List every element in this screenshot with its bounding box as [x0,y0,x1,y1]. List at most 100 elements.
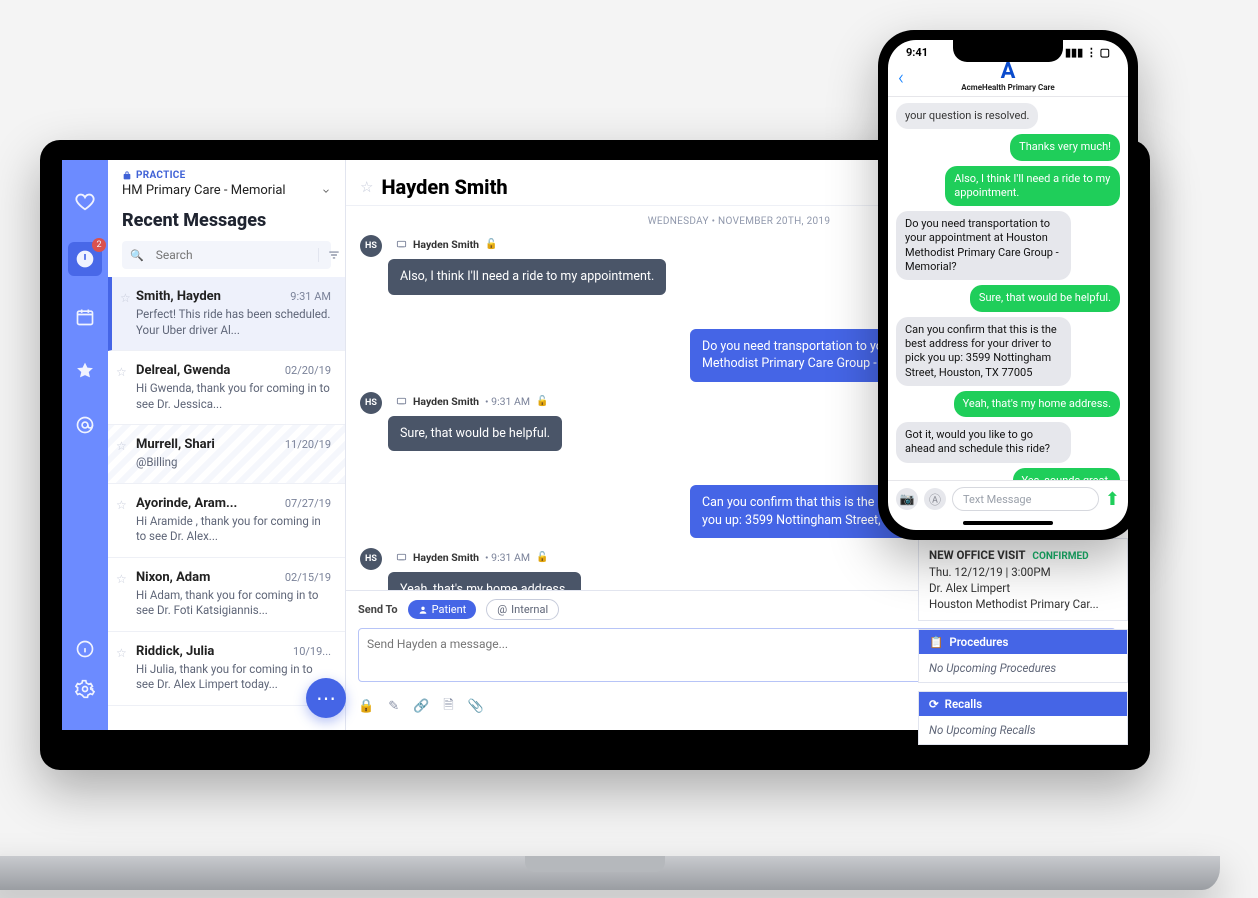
pill-internal[interactable]: @Internal [486,599,559,620]
phone-bubble: Sure, that would be helpful. [970,285,1120,311]
msg-preview: Hi Adam, thank you for coming in to see … [136,588,331,619]
message-list-item[interactable]: ☆ Murrell, Shari 11/20/19 @Billing [108,425,345,484]
pencil-icon[interactable]: ✎ [388,699,399,714]
practice-label: PRACTICE [122,170,331,181]
recalls-header: Recalls [945,697,983,711]
appstore-icon[interactable]: Ⓐ [924,488,946,510]
phone-chat-header: ‹ A AcmeHealth Primary Care [888,61,1128,97]
message-meta: Hayden Smith 🔓 [396,238,497,251]
nav-info-icon[interactable] [72,636,98,662]
star-icon[interactable]: ☆ [116,439,127,453]
procedures-empty: No Upcoming Procedures [919,654,1127,682]
search-icon: 🔍 [122,249,150,262]
phone-device: 9:41 ▮▮▮ ⋮ ▢ ‹ A AcmeHealth Primary Care… [878,30,1138,540]
msg-name: Nixon, Adam [136,570,210,585]
phone-send-icon[interactable]: ⬆ [1105,489,1120,510]
message-list-item[interactable]: ☆Smith, Hayden9:31 AMPerfect! This ride … [108,277,345,351]
msg-time: 11/20/19 [285,438,331,451]
chevron-down-icon [321,186,331,196]
unread-badge: 2 [92,238,106,252]
search-row: 🔍 [122,241,331,269]
message-list-item[interactable]: ☆Delreal, Gwenda02/20/19Hi Gwenda, thank… [108,351,345,425]
msg-time: 10/19... [293,645,331,658]
star-conversation-icon[interactable]: ☆ [360,178,373,196]
message-meta: Hayden Smith • 9:31 AM 🔓 [396,551,549,564]
phone-bubble: Got it, would you like to go ahead and s… [896,422,1071,463]
msg-time: 07/27/19 [285,497,331,510]
msg-time: 9:31 AM [290,290,331,303]
msg-name: Ayorinde, Aram... [136,496,237,511]
recalls-card: ⟳ Recalls No Upcoming Recalls [918,691,1128,745]
appointment-card[interactable]: NEW OFFICE VISIT CONFIRMED Thu. 12/12/19… [918,538,1128,621]
nav-inbox-icon[interactable]: 2 [68,242,102,276]
phone-time: 9:41 [906,46,928,59]
laptop-notch [525,856,665,872]
phone-bubble: Also, I think I'll need a ride to my app… [945,166,1120,207]
phone-bubble: your question is resolved. [896,103,1038,129]
laptop-base [0,856,1220,890]
appt-title: NEW OFFICE VISIT [929,548,1026,562]
star-icon[interactable]: ☆ [116,572,127,586]
msg-name: Delreal, Gwenda [136,363,230,378]
msg-name: Riddick, Julia [136,644,214,659]
chat-bubble: Yeah, that's my home address. [388,572,581,590]
chat-contact-name: AcmeHealth Primary Care [888,83,1128,92]
msg-time: 02/15/19 [285,571,331,584]
nav-calendar-icon[interactable] [72,304,98,330]
phone-notch [953,40,1063,62]
appt-doctor: Dr. Alex Limpert [929,580,1117,596]
sidebar-title: Recent Messages [108,202,345,241]
attach-icon[interactable]: 📎 [468,699,484,714]
procedures-header: Procedures [949,635,1008,649]
send-to-label: Send To [358,603,398,616]
home-indicator [963,521,1053,525]
msg-preview: Hi Gwenda, thank you for coming in to se… [136,381,331,412]
procedures-card: 📋Procedures No Upcoming Procedures [918,629,1128,683]
msg-name: Murrell, Shari [136,437,215,452]
refresh-icon: ⟳ [929,697,939,711]
message-list-item[interactable]: ☆ Nixon, Adam 02/15/19 Hi Adam, thank you f… [108,558,345,632]
logo-icon [72,188,98,214]
msg-name: Smith, Hayden [136,289,221,304]
new-message-fab[interactable]: ⋯ [306,678,346,718]
phone-bubble: Do you need transportation to your appoi… [896,211,1071,280]
camera-icon[interactable]: 📷 [896,488,918,510]
nav-mentions-icon[interactable] [72,412,98,438]
msg-preview: @Billing [136,455,331,471]
chat-avatar-letter: A [888,61,1128,83]
chat-bubble: Sure, that would be helpful. [388,416,562,452]
filter-button[interactable] [318,248,349,262]
sender-avatar: HS [360,235,382,257]
appt-status: CONFIRMED [1032,551,1088,562]
back-icon[interactable]: ‹ [898,65,904,89]
phone-status-icons: ▮▮▮ ⋮ ▢ [1065,46,1110,59]
lock-icon[interactable]: 🔒 [358,699,374,714]
msg-preview: Hi Julia, thank you for coming in to see… [136,662,331,693]
star-icon[interactable]: ☆ [120,291,131,305]
nav-rail: 2 [62,160,108,730]
nav-star-icon[interactable] [72,358,98,384]
phone-text-input[interactable]: Text Message [952,487,1099,511]
star-icon[interactable]: ☆ [116,646,127,660]
nav-settings-icon[interactable] [72,676,98,702]
phone-bubble: Can you confirm that this is the best ad… [896,317,1071,386]
doc-icon[interactable]: 🗎 [443,696,453,718]
recalls-empty: No Upcoming Recalls [919,716,1127,744]
phone-bubble: Yes, sounds great. [1013,468,1120,480]
appt-location: Houston Methodist Primary Car... [929,596,1117,612]
message-list: ☆Smith, Hayden9:31 AMPerfect! This ride … [108,277,345,730]
link-icon[interactable]: 🔗 [413,699,429,714]
phone-compose: 📷 Ⓐ Text Message ⬆ [888,480,1128,517]
chat-bubble: Also, I think I'll need a ride to my app… [388,259,666,295]
star-icon[interactable]: ☆ [116,498,127,512]
phone-bubble: Yeah, that's my home address. [954,391,1120,417]
practice-selector[interactable]: HM Primary Care - Memorial [122,183,331,198]
conversation-title: Hayden Smith [381,175,507,199]
search-input[interactable] [150,248,318,262]
phone-screen: 9:41 ▮▮▮ ⋮ ▢ ‹ A AcmeHealth Primary Care… [888,40,1128,530]
pill-patient[interactable]: Patient [408,600,477,619]
message-list-item[interactable]: ☆Ayorinde, Aram...07/27/19Hi Aramide , t… [108,484,345,558]
star-icon[interactable]: ☆ [116,365,127,379]
sender-avatar: HS [360,392,382,414]
phone-thread[interactable]: your question is resolved.Thanks very mu… [888,97,1128,480]
